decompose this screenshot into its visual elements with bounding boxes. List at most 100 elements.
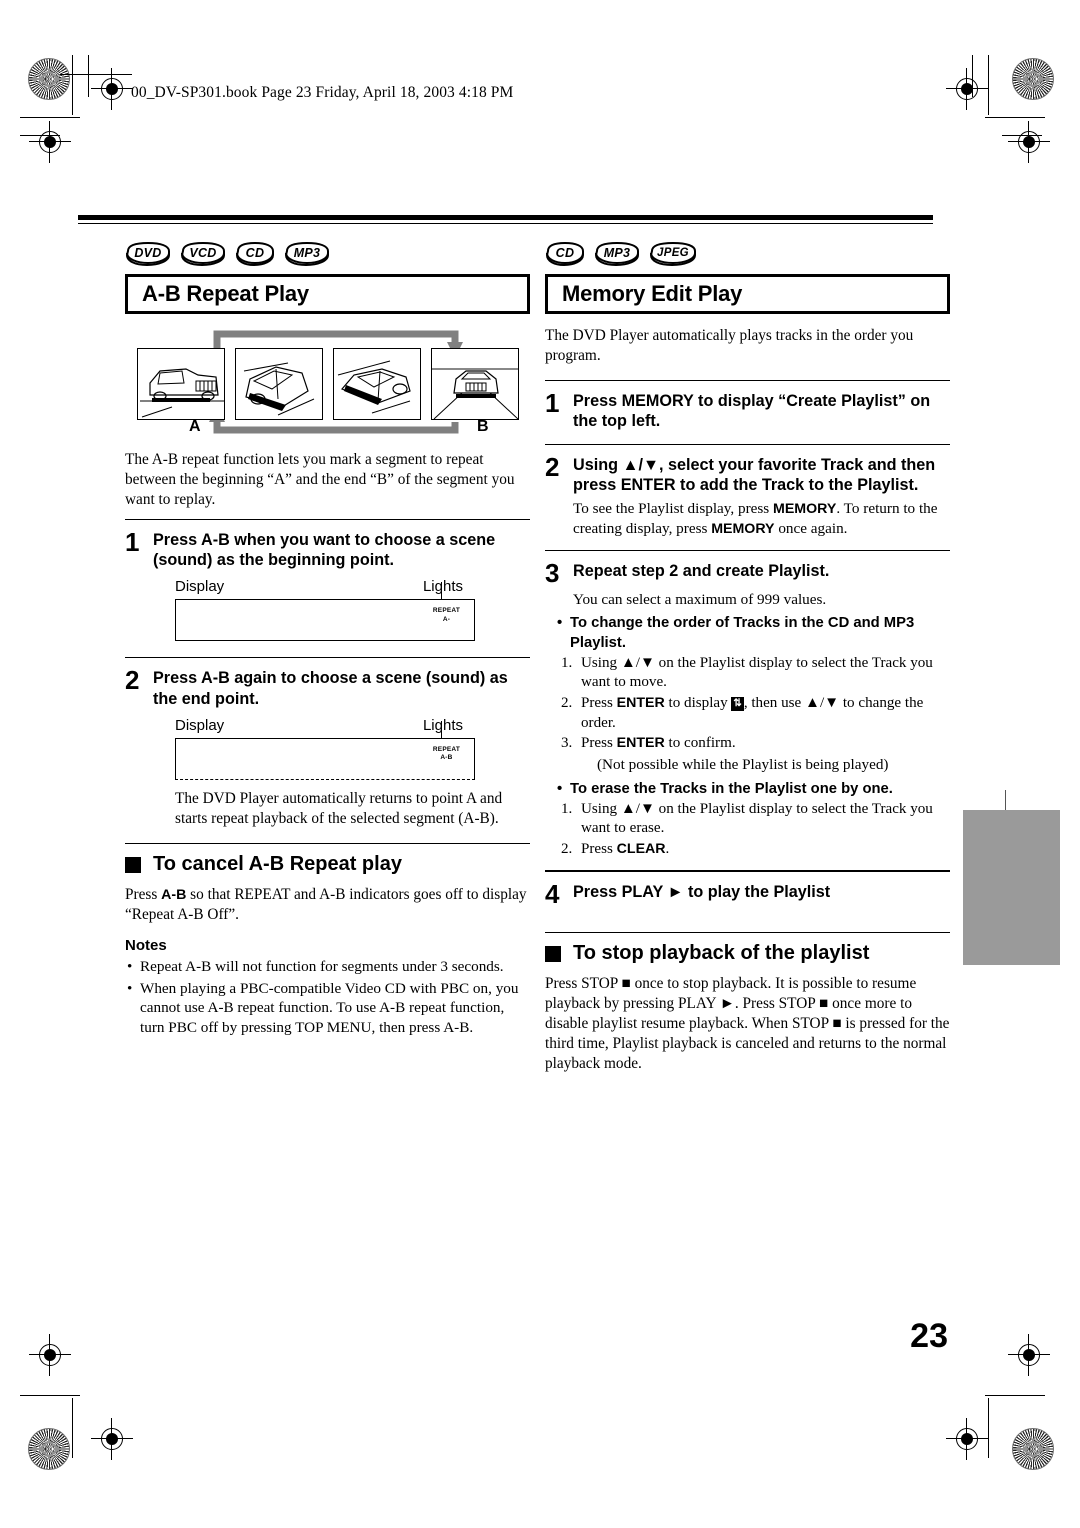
step-number: 2	[125, 665, 140, 696]
step-4-right: 4 Press PLAY ► to play the Playlist	[545, 881, 950, 907]
key-memory: MEMORY	[773, 501, 837, 518]
lcd-indicator: REPEAT A-	[433, 607, 460, 623]
stop-playback-heading-text: To stop playback of the playlist	[573, 942, 870, 965]
item-text-pre: Press	[581, 841, 617, 858]
lcd-line-1: REPEAT	[432, 607, 460, 615]
item-text-pre: Press	[581, 735, 617, 752]
ab-repeat-intro: The A-B repeat function lets you mark a …	[125, 451, 515, 508]
step-text: Press PLAY ► to play the Playlist	[573, 882, 831, 901]
note-item: When playing a PBC-compatible Video CD w…	[125, 979, 530, 1038]
item-number: 2.	[561, 695, 573, 711]
item-number: 1.	[561, 654, 573, 671]
crop-line-tl-v	[72, 55, 73, 115]
disc-badge-mp3-icon: MP3	[594, 242, 640, 266]
step-number: 3	[545, 557, 560, 588]
illustration-frame-2	[235, 348, 323, 420]
step-text: Repeat step 2 and create Playlist.	[573, 561, 830, 580]
cancel-body-pre: Press	[125, 886, 162, 903]
crop-line-br-v	[988, 1398, 989, 1458]
side-tab	[963, 810, 1060, 965]
crop-line-tr-v	[988, 55, 989, 115]
crop-line-bl-v	[72, 1398, 73, 1458]
registration-mark-right-upper	[1008, 121, 1050, 163]
page-title-right: Memory Edit Play	[562, 281, 743, 306]
ab-repeat-illustration: A B	[133, 326, 519, 438]
item-text-pre: Press	[581, 695, 617, 711]
step-number: 2	[545, 451, 560, 482]
disc-badge-dvd-icon: DVD	[125, 242, 171, 266]
step-number: 1	[545, 387, 560, 418]
divider-left-2	[125, 657, 530, 659]
item-text: Using ▲/▼ on the Playlist display to sel…	[581, 800, 933, 837]
disc-badge-label: VCD	[189, 246, 217, 260]
header-rule	[60, 74, 132, 75]
divider-right-5	[545, 932, 950, 934]
registration-mark-left-upper	[29, 121, 71, 163]
note-item: Repeat A-B will not function for segment…	[125, 957, 530, 977]
divider-right-4	[545, 869, 950, 872]
registration-mark-br	[946, 1418, 988, 1460]
item-text: Using ▲/▼ on the Playlist display to sel…	[581, 654, 933, 691]
disc-badge-label: JPEG	[657, 247, 689, 259]
crop-line-tl-h	[20, 117, 80, 118]
illustration-frame-1	[137, 348, 225, 420]
disc-badge-vcd-icon: VCD	[180, 242, 226, 266]
lights-label: Lights	[422, 717, 463, 735]
print-starburst-mark-bottom-right	[1012, 1428, 1054, 1470]
page-title-left: A-B Repeat Play	[142, 281, 309, 306]
page-number: 23	[910, 1317, 948, 1355]
step-text: Press A-B again to choose a scene (sound…	[153, 669, 508, 708]
step-3-note: You can select a maximum of 999 values.	[573, 590, 827, 608]
registration-mark-left-lower	[29, 1334, 71, 1376]
list-item: 1. Using ▲/▼ on the Playlist display to s…	[561, 654, 950, 693]
disc-badge-cd-icon: CD	[545, 242, 585, 266]
disc-badge-mp3-icon: MP3	[284, 242, 330, 266]
registration-mark-tl	[91, 68, 133, 110]
erase-tracks-list: 1. Using ▲/▼ on the Playlist display to s…	[561, 800, 950, 860]
manual-page: 00_DV-SP301.book Page 23 Friday, April 1…	[0, 0, 1080, 1528]
item-text-post: to confirm.	[664, 735, 736, 752]
item-number: 3.	[561, 735, 573, 752]
print-starburst-mark-top-left	[28, 58, 70, 100]
step-text: Press A-B when you want to choose a scen…	[153, 530, 496, 570]
print-starburst-mark-top-right	[1012, 58, 1054, 100]
key-enter: ENTER	[616, 735, 665, 752]
registration-mark-right-lower	[1008, 1334, 1050, 1376]
step-text: Press MEMORY to display “Create Playlist…	[573, 391, 931, 431]
memory-edit-intro: The DVD Player automatically plays track…	[545, 327, 914, 364]
step-3-bullets: To change the order of Tracks in the CD …	[555, 614, 950, 652]
divider-right-3	[545, 549, 950, 551]
display-label: Display	[175, 717, 225, 735]
step-1-left: 1 Press A-B when you want to choose a sc…	[125, 526, 530, 571]
notes-heading: Notes	[125, 936, 167, 954]
step-2-note-c: once again.	[774, 520, 848, 538]
step-3-right: 3 Repeat step 2 and create Playlist.	[545, 557, 950, 588]
bullet-change-order: To change the order of Tracks in the CD …	[555, 614, 950, 652]
registration-mark-bl	[91, 1418, 133, 1460]
divider-right-2	[545, 443, 950, 445]
key-ab: A-B	[161, 887, 187, 903]
disc-badge-label: MP3	[603, 246, 631, 260]
section-title-box-right: Memory Edit Play	[545, 274, 950, 314]
right-column: CD MP3 JPEG Memory Edit Play The DVD Pla…	[545, 240, 950, 1074]
display-label: Display	[175, 578, 225, 596]
disc-badge-cd-icon: CD	[235, 242, 275, 266]
lights-label: Lights	[422, 578, 463, 596]
square-bullet-icon	[125, 856, 141, 873]
list-item: 2. Press CLEAR.	[561, 840, 950, 860]
crop-line-br-h	[985, 1395, 1045, 1396]
step-number: 1	[125, 526, 140, 557]
lcd-line-2: A-B	[440, 754, 453, 762]
key-clear: CLEAR	[616, 841, 666, 858]
divider-right-1	[545, 379, 950, 381]
bullet-erase-tracks: To erase the Tracks in the Playlist one …	[555, 780, 950, 799]
illustration-label-a: A	[189, 418, 201, 435]
registration-mark-tr	[946, 68, 988, 110]
crop-line-bl-h	[20, 1395, 80, 1396]
change-order-paren: (Not possible while the Playlist is bein…	[597, 755, 889, 773]
list-item: 3. Press ENTER to confirm.	[561, 734, 950, 754]
stop-playback-heading: To stop playback of the playlist	[545, 942, 950, 965]
step-text: Using ▲/▼, select your favorite Track an…	[573, 455, 936, 494]
cancel-heading: To cancel A-B Repeat play	[125, 853, 530, 876]
lcd-line-1: REPEAT	[432, 746, 460, 754]
